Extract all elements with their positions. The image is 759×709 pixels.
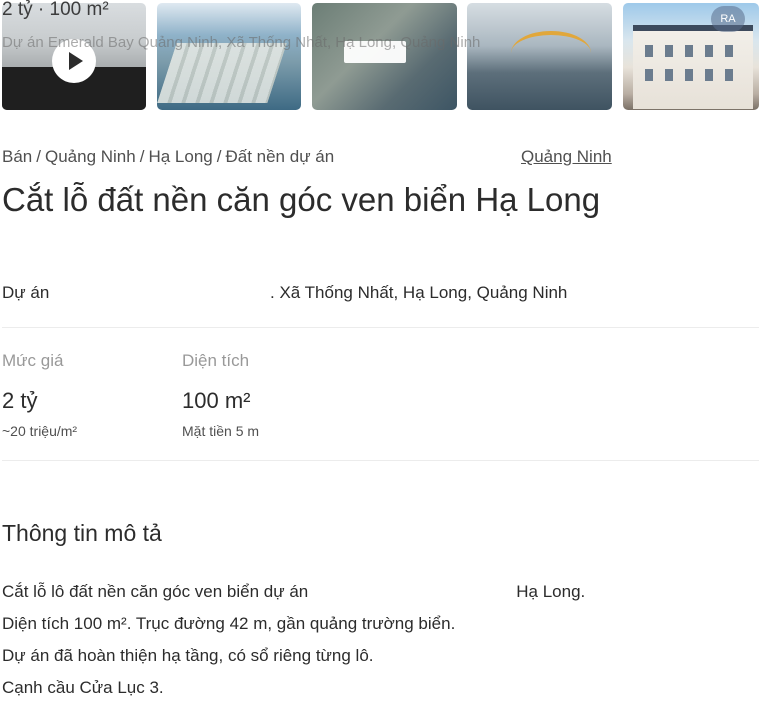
breadcrumb-item-ha-long[interactable]: Hạ Long bbox=[148, 147, 212, 166]
breadcrumb-item-quang-ninh[interactable]: Quảng Ninh bbox=[45, 147, 136, 166]
description-line: Dự án đã hoàn thiện hạ tầng, có sổ riêng… bbox=[2, 646, 374, 665]
bridge-thumbnail[interactable] bbox=[467, 3, 612, 110]
window-shape bbox=[665, 45, 673, 57]
window-shape bbox=[705, 45, 713, 57]
window-shape bbox=[645, 69, 653, 81]
watermark-badge: RA bbox=[711, 6, 745, 32]
building-image bbox=[633, 25, 753, 109]
window-shape bbox=[685, 45, 693, 57]
project-address[interactable]: . Xã Thống Nhất, Hạ Long, Quảng Ninh bbox=[270, 283, 567, 303]
area-value: 100 m² bbox=[182, 388, 251, 413]
overlay-address: Dự án Emerald Bay Quảng Ninh, Xã Thống N… bbox=[2, 34, 481, 51]
breadcrumb: Bán / Quảng Ninh / Hạ Long / Đất nền dự án bbox=[2, 147, 334, 167]
description-line: Diện tích 100 m². Trục đường 42 m, gần q… bbox=[2, 614, 456, 633]
description-line: Cạnh cầu Cửa Lục 3. bbox=[2, 678, 164, 697]
page-title: Cắt lỗ đất nền căn góc ven biển Hạ Long bbox=[2, 181, 601, 218]
description-body: Cắt lỗ lô đất nền căn góc ven biển dự án… bbox=[2, 581, 759, 709]
area-label: Diện tích bbox=[182, 351, 250, 370]
project-label: Dự án bbox=[2, 283, 50, 302]
overlay-price-area: 2 tỷ · 100 m² bbox=[2, 0, 109, 20]
price-stat: Mức giá 2 tỷ ~20 triệu/m² bbox=[2, 351, 77, 439]
frontage: Mặt tiền 5 m bbox=[182, 423, 260, 439]
breadcrumb-separator: / bbox=[216, 147, 222, 166]
window-shape bbox=[725, 45, 733, 57]
description-heading: Thông tin mô tả bbox=[2, 520, 162, 546]
description-text: Hạ Long. bbox=[516, 582, 586, 601]
breadcrumb-item-dat-nen-du-an[interactable]: Đất nền dự án bbox=[225, 147, 334, 166]
land-plot-image bbox=[157, 43, 287, 103]
price-per-m2: ~20 triệu/m² bbox=[2, 423, 78, 439]
divider bbox=[2, 460, 759, 461]
map-thumbnail[interactable] bbox=[312, 3, 457, 110]
description-text: Cắt lỗ lô đất nền căn góc ven biển dự án bbox=[2, 582, 309, 601]
breadcrumb-separator: / bbox=[139, 147, 145, 166]
building-thumbnail[interactable]: RA bbox=[623, 3, 759, 110]
price-label: Mức giá bbox=[2, 351, 64, 370]
breadcrumb-item-ban[interactable]: Bán bbox=[2, 147, 32, 166]
divider bbox=[2, 327, 759, 328]
area-stat: Diện tích 100 m² Mặt tiền 5 m bbox=[182, 351, 259, 439]
image-gallery: RA 2 tỷ · 100 m² Dự án Emerald Bay Quảng… bbox=[2, 0, 759, 111]
window-shape bbox=[705, 69, 713, 81]
window-shape bbox=[665, 69, 673, 81]
breadcrumb-item-project[interactable]: Quảng Ninh bbox=[521, 147, 612, 167]
window-shape bbox=[685, 69, 693, 81]
bridge-arch-image bbox=[511, 31, 591, 75]
masterplan-thumbnail[interactable] bbox=[157, 3, 301, 110]
description-line: Cắt lỗ lô đất nền căn góc ven biển dự án… bbox=[2, 581, 759, 613]
window-shape bbox=[725, 69, 733, 81]
price-value: 2 tỷ bbox=[2, 388, 38, 413]
breadcrumb-separator: / bbox=[36, 147, 41, 166]
window-shape bbox=[645, 45, 653, 57]
